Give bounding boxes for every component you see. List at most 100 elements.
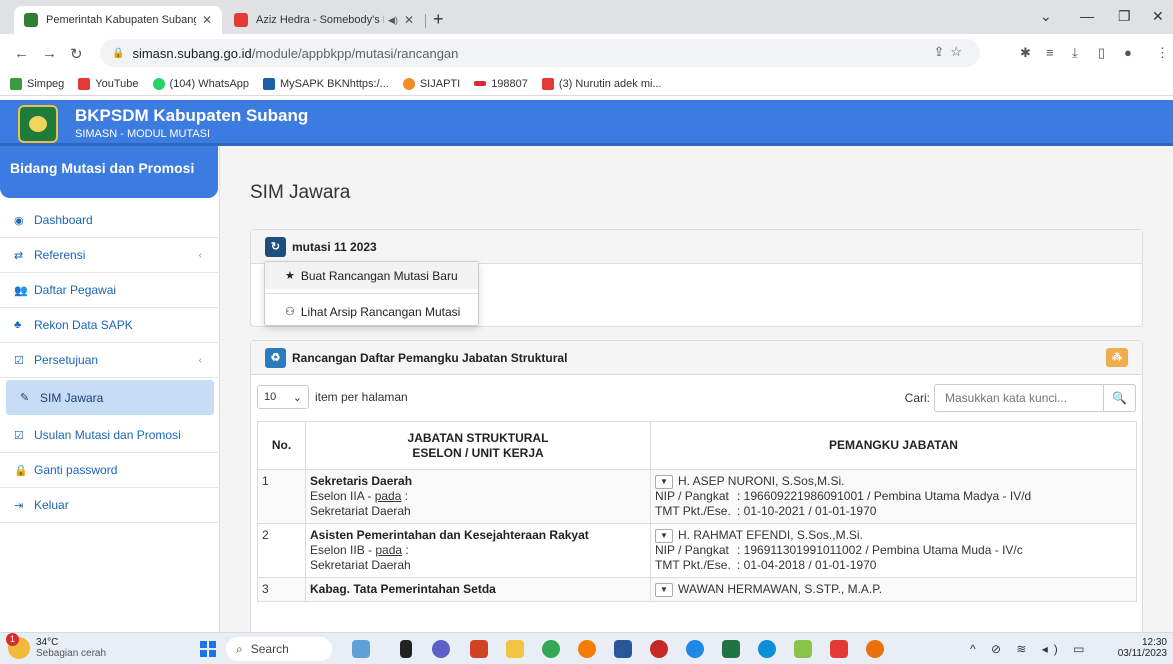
bookmark-198807[interactable]: 198807 (474, 78, 528, 90)
windows-start-icon[interactable] (200, 641, 216, 657)
bookmark-label: (104) WhatsApp (169, 77, 250, 90)
people-app-icon[interactable] (352, 640, 370, 658)
youtube-icon (78, 77, 91, 90)
lock-icon: 🔒 (14, 464, 28, 477)
extensions-icon[interactable]: ✱ (1020, 45, 1031, 61)
download-icon[interactable]: ⤓ (1072, 45, 1078, 61)
eselon-line: Eselon IIA - pada : (310, 489, 409, 503)
tab-search-icon[interactable]: ⌄ (1040, 8, 1052, 25)
taskbar-search[interactable]: ⌕ Search (226, 637, 332, 661)
close-tab-icon[interactable]: ✕ (404, 13, 414, 27)
bookmark-whatsapp[interactable]: (104) WhatsApp (152, 77, 250, 90)
sidebar-item-ganti-password[interactable]: 🔒 Ganti password (0, 453, 218, 488)
profile-icon[interactable]: ● (1124, 45, 1132, 60)
caret-down-button[interactable]: ▼ (655, 474, 673, 489)
address-bar: ← → ↻ 🔒 simasn.subang.go.id/module/appbk… (0, 34, 1173, 72)
tmt-value: : 01-04-2018 / 01-01-1970 (737, 558, 877, 572)
refresh-icon[interactable]: ↻ (265, 236, 286, 257)
sidebar-item-label: Daftar Pegawai (34, 283, 117, 297)
table-row: 2 Asisten Pemerintahan dan Kesejahteraan… (257, 523, 1137, 578)
tab-youtube[interactable]: Aziz Hedra - Somebody's Pl ◀) ✕ (224, 6, 424, 34)
bookmark-simpeg[interactable]: Simpeg (10, 77, 64, 90)
pada-link[interactable]: pada (375, 489, 402, 503)
close-tab-icon[interactable]: ✕ (202, 13, 212, 27)
row-pemangku: ▼ H. ASEP NURONI, S.Sos,M.Si. NIP / Pangk… (650, 469, 1137, 524)
sidebar-item-keluar[interactable]: ⇥ Keluar (0, 488, 218, 523)
per-page-select[interactable]: 10 ⌄ (257, 385, 309, 409)
sidebar-item-dashboard[interactable]: ◉ Dashboard (0, 203, 218, 238)
nip-label: NIP / Pangkat (655, 543, 729, 557)
minimize-button[interactable]: — (1080, 8, 1094, 24)
acrobat-icon[interactable] (830, 640, 848, 658)
eselon-line: Eselon IIB - pada : (310, 543, 409, 557)
sidebar-item-label: Dashboard (34, 213, 93, 227)
per-page-label: item per halaman (315, 390, 408, 404)
word-icon[interactable] (614, 640, 632, 658)
subang-logo (18, 105, 58, 143)
audio-icon[interactable]: ◀) (388, 15, 398, 26)
lock-icon: 🔒 (112, 47, 125, 59)
col-jabatan-line1: JABATAN STRUKTURAL (407, 430, 549, 445)
powerpoint-icon[interactable] (470, 640, 488, 658)
bookmark-nurutin[interactable]: (3) Nurutin adek mi... (541, 77, 662, 90)
binoculars-icon: ⚇ (285, 306, 295, 318)
app-icon[interactable] (794, 640, 812, 658)
clock[interactable]: 12:30 03/11/2023 (1118, 637, 1167, 659)
pemangku-name: H. RAHMAT EFENDI, S.Sos.,M.Si. (678, 528, 863, 542)
file-explorer-icon[interactable] (506, 640, 524, 658)
whatsapp-icon (152, 77, 165, 90)
tab-title: Aziz Hedra - Somebody's Pl (256, 14, 385, 26)
chrome-icon[interactable] (542, 640, 560, 658)
tab-divider (425, 14, 426, 28)
menu-item-buat-rancangan[interactable]: ★ Buat Rancangan Mutasi Baru (265, 262, 478, 289)
edge-icon[interactable] (758, 640, 776, 658)
col-jabatan: JABATAN STRUKTURAL ESELON / UNIT KERJA (305, 421, 651, 470)
firefox-icon[interactable] (578, 640, 596, 658)
sidebar-item-referensi[interactable]: ⇄ Referensi ‹ (0, 238, 218, 273)
sidebar-item-persetujuan[interactable]: ☑ Persetujuan ‹ (0, 343, 218, 378)
sidebar-item-sim-jawara[interactable]: ✎ SIM Jawara (6, 380, 214, 415)
reading-list-icon[interactable]: ≡ (1046, 45, 1054, 60)
search-input[interactable] (934, 384, 1104, 412)
zoom-icon[interactable] (686, 640, 704, 658)
caret-down-button[interactable]: ▼ (655, 582, 673, 597)
share-bookmark-icons[interactable]: ⇪☆ (933, 44, 968, 60)
search-icon[interactable]: 🔍 (1104, 384, 1136, 412)
bookmark-mysapk[interactable]: MySAPK BKNhttps:/... (263, 77, 389, 90)
chrome-alt-icon[interactable] (866, 640, 884, 658)
task-view-icon[interactable] (400, 640, 412, 658)
pada-link[interactable]: pada (375, 543, 402, 557)
hierarchy-button[interactable]: ⁂ (1106, 348, 1128, 367)
excel-icon[interactable] (722, 640, 740, 658)
row-jabatan: Kabag. Tata Pemerintahan Setda (305, 577, 651, 602)
menu-item-lihat-arsip[interactable]: ⚇ Lihat Arsip Rancangan Mutasi (265, 298, 478, 325)
sidebar-item-rekon-sapk[interactable]: ♣ Rekon Data SAPK (0, 308, 218, 343)
menu-dots-icon[interactable]: ⋮ (1156, 45, 1169, 61)
mysapk-icon (263, 77, 276, 90)
caret-down-button[interactable]: ▼ (655, 528, 673, 543)
forward-icon[interactable]: → (42, 45, 57, 62)
weather-widget[interactable]: 1 34°C Sebagian cerah (6, 633, 106, 659)
bookmark-sijapti[interactable]: SIJAPTI (402, 77, 460, 90)
sidebar-item-daftar-pegawai[interactable]: 👥 Daftar Pegawai (0, 273, 218, 308)
new-tab-button[interactable]: + (433, 9, 444, 30)
restore-button[interactable]: ❐ (1118, 8, 1131, 25)
tab-pemerintah-subang[interactable]: Pemerintah Kabupaten Subang ✕ (14, 6, 222, 34)
bookmark-label: (3) Nurutin adek mi... (558, 77, 662, 90)
reload-icon[interactable]: ↻ (70, 45, 83, 63)
url-field[interactable]: 🔒 simasn.subang.go.id/module/appbkpp/mut… (100, 39, 980, 67)
star-icon: ★ (285, 270, 295, 282)
browser-app-icon[interactable] (650, 640, 668, 658)
sidebar-item-usulan-mutasi[interactable]: ☑ Usulan Mutasi dan Promosi (0, 418, 218, 453)
chat-icon[interactable] (432, 640, 450, 658)
system-tray-icons[interactable]: ^ ⊘ ≋ ◂) ▭ (970, 642, 1090, 656)
recycle-icon[interactable]: ♻ (265, 347, 286, 368)
bookmark-youtube[interactable]: YouTube (78, 77, 139, 90)
close-window-button[interactable]: ✕ (1152, 8, 1164, 25)
nip-line: NIP / Pangkat: 196911301991011002 / Pemb… (655, 543, 1132, 558)
back-icon[interactable]: ← (14, 45, 29, 62)
mutasi-panel-header: ↻ mutasi 11 2023 (251, 230, 1142, 264)
bookmark-198807-icon (474, 81, 487, 86)
unit-kerja: Sekretariat Daerah (310, 504, 411, 518)
side-panel-icon[interactable]: ▯ (1098, 45, 1105, 61)
